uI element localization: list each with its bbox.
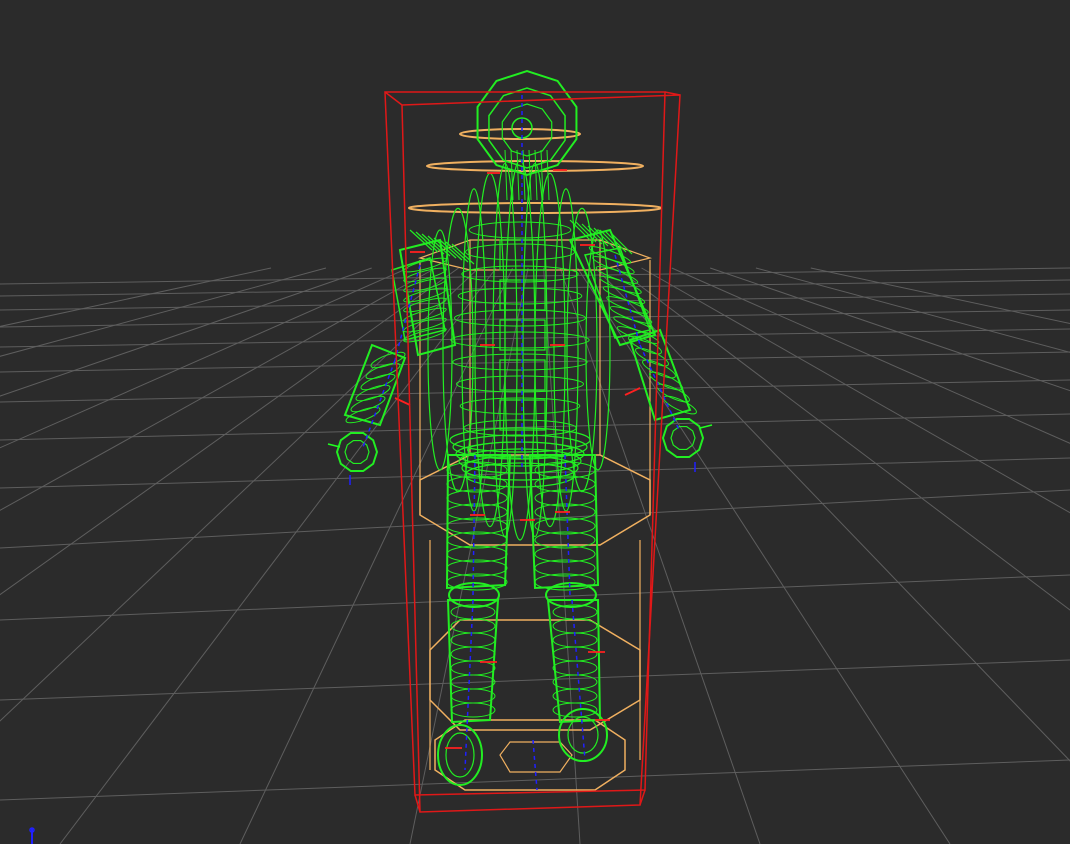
viewport-canvas[interactable] (0, 0, 1070, 844)
hand-axis-marker (699, 424, 713, 429)
neck-collider (534, 149, 538, 201)
left-shin-ring (450, 646, 496, 662)
right-shin-ring (552, 618, 598, 634)
grid-row-line (0, 659, 1070, 701)
right-shoulder-collider (575, 221, 597, 243)
neck-collider (504, 149, 508, 201)
left-forearm-ring (360, 373, 396, 391)
bbox-edge (384, 91, 403, 106)
capsule-knee-ring (429, 619, 641, 731)
left-upper-arm-ring (403, 287, 447, 303)
right-hand-inner (670, 425, 696, 451)
spine-slice (468, 221, 572, 239)
spine-slice (465, 243, 575, 261)
grid-depth-line (559, 267, 761, 844)
3d-viewport[interactable] (0, 0, 1070, 844)
grid-depth-line (0, 267, 480, 722)
chest-disc (408, 202, 662, 214)
right-foot-inner (567, 716, 599, 754)
right-shin-ring (552, 688, 598, 704)
bone-axis (532, 739, 538, 791)
left-shin-ring (450, 702, 496, 718)
right-forearm-ring (656, 383, 690, 403)
left-shin-ring (450, 660, 496, 676)
spine-slice (450, 331, 590, 349)
right-upper-arm-ring (599, 276, 642, 294)
left-foot-inner (445, 732, 475, 778)
head-collider-outer (476, 69, 578, 177)
grid-depth-line (59, 267, 497, 844)
grid-depth-line (0, 267, 436, 511)
grid-depth-line (577, 267, 951, 844)
right-upper-arm-ring (592, 256, 635, 274)
grid-depth-line (0, 267, 272, 327)
left-shin-ring (450, 632, 496, 648)
right-shin-ring (552, 674, 598, 690)
left-forearm-ring (345, 406, 381, 424)
left-shin-ring (450, 688, 496, 704)
left-shin-ring (450, 618, 496, 634)
grid-depth-line (0, 267, 327, 357)
spine-slice (457, 287, 583, 305)
joint-axis-marker (394, 397, 411, 406)
left-foot-collider (437, 724, 483, 786)
world-origin-gizmo (29, 827, 35, 844)
grid-depth-line (0, 267, 372, 397)
right-shin-ring (552, 646, 598, 662)
bone-axis (571, 599, 586, 761)
neck-collider (516, 149, 520, 201)
left-upper-arm-ring (403, 267, 447, 283)
character-capsule-collider (408, 128, 662, 791)
grid-depth-line (755, 267, 1070, 353)
grid-depth-line (616, 267, 1070, 611)
right-shin-ring (552, 660, 598, 676)
grid-depth-line (0, 267, 409, 449)
left-forearm-ring (350, 395, 386, 413)
right-hand-collider (661, 417, 705, 459)
grid-depth-line (641, 267, 1070, 514)
